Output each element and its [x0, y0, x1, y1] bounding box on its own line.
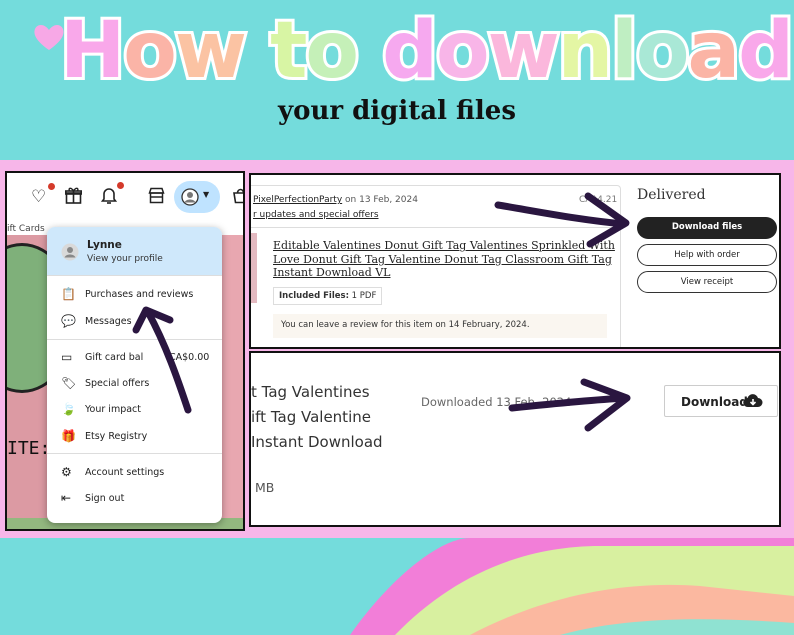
- rainbow-decoration: [350, 538, 794, 635]
- arrow-icon: [494, 192, 630, 248]
- arrow-icon: [132, 306, 192, 414]
- arrow-icon: [508, 378, 631, 432]
